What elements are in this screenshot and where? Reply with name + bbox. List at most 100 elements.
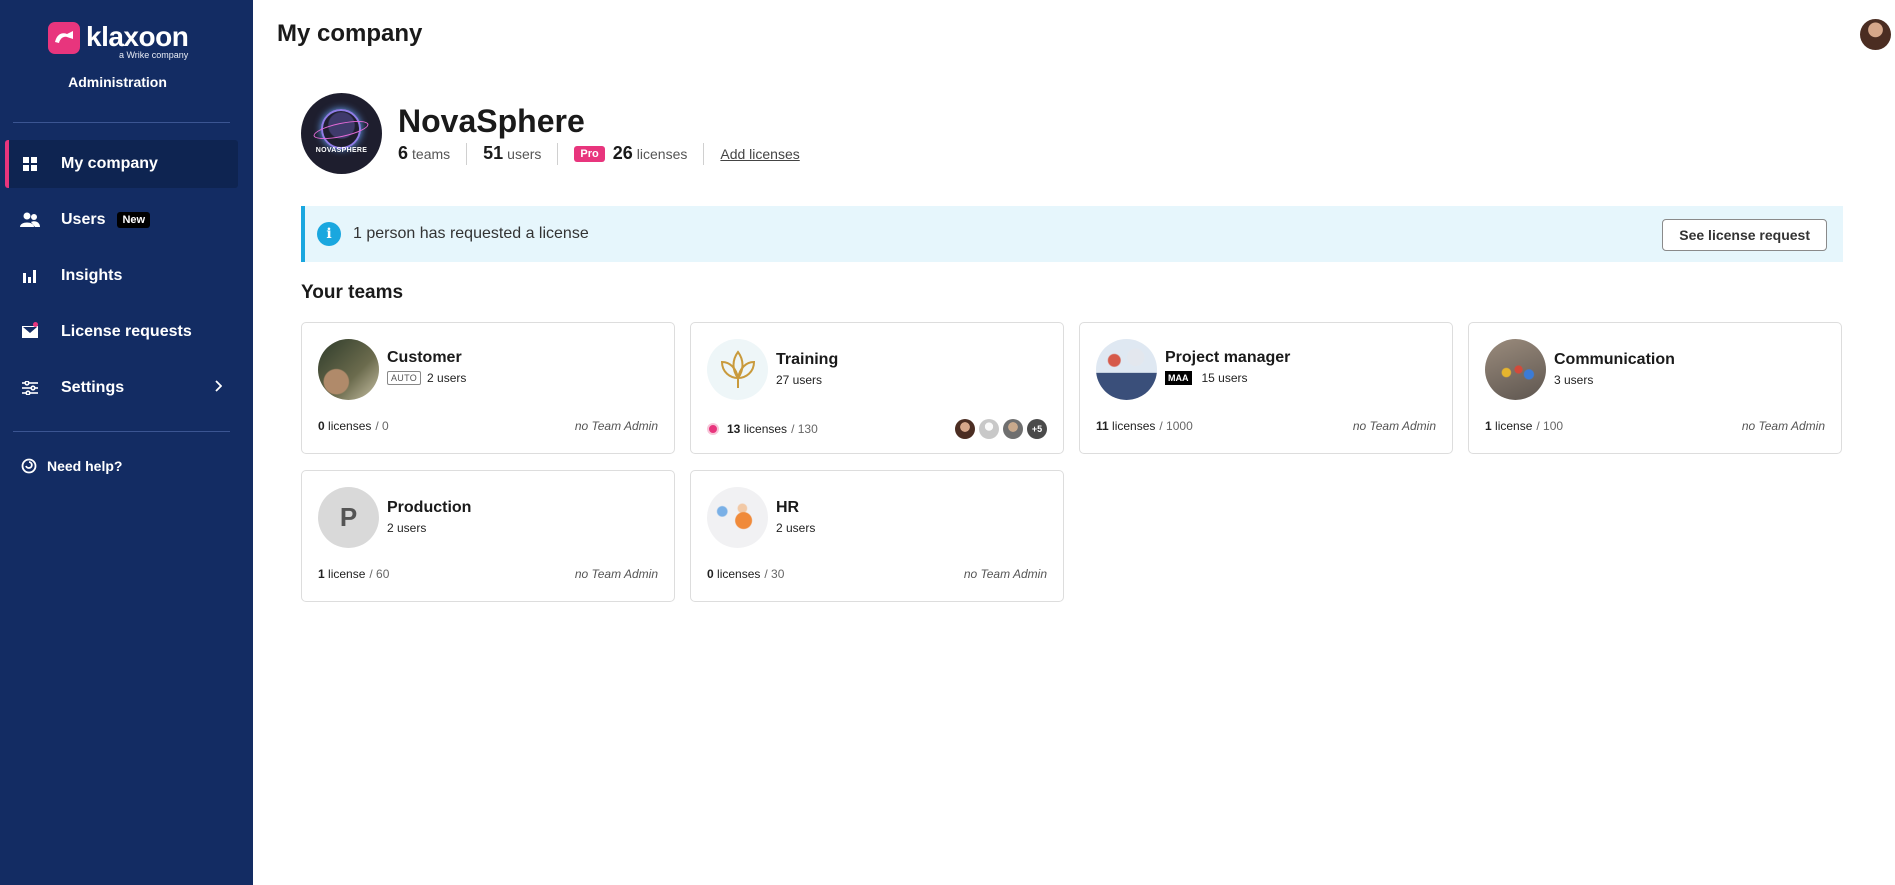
sidebar-item-label: Insights <box>61 267 123 284</box>
license-count: 1 <box>318 567 325 581</box>
team-admin-status: no Team Admin <box>574 567 658 581</box>
administration-label: Administration <box>68 74 167 90</box>
licenses-count: 26 <box>612 143 633 163</box>
license-max: / 1000 <box>1159 419 1193 433</box>
klaxoon-logo-icon <box>48 22 80 54</box>
company-stats: 6 teams 51 users Pro 26 licenses Add license… <box>398 142 800 165</box>
license-count: 13 <box>727 422 741 436</box>
status-dot-icon <box>707 423 719 435</box>
new-badge: New <box>117 212 151 228</box>
team-card-communication[interactable]: Communication 3 users 1 license / 100 no… <box>1468 322 1842 454</box>
team-name: HR <box>776 499 800 516</box>
team-avatar: P <box>318 487 379 548</box>
your-teams-title: Your teams <box>301 282 404 303</box>
teams-label: teams <box>412 145 451 162</box>
team-admin-status: no Team Admin <box>574 419 658 433</box>
sidebar-item-insights[interactable]: Insights <box>5 252 238 300</box>
brand-name: klaxoon <box>86 21 189 52</box>
license-max: / 0 <box>375 419 389 433</box>
team-users: 15 users <box>1201 371 1248 385</box>
team-admin-status: no Team Admin <box>1741 419 1825 433</box>
license-word: licenses <box>717 567 761 581</box>
team-name: Customer <box>387 349 462 366</box>
license-word: license <box>1495 419 1533 433</box>
auto-tag: AUTO <box>387 371 422 385</box>
sidebar-item-label: License requests <box>61 323 192 340</box>
team-avatar <box>707 487 768 548</box>
team-card-hr[interactable]: HR 2 users 0 licenses / 30 no Team Admin <box>690 470 1064 602</box>
users-stat: 51 users <box>483 142 559 165</box>
company-name: NovaSphere <box>398 102 585 139</box>
team-users: 2 users <box>427 371 467 385</box>
member-avatar <box>1003 419 1023 439</box>
team-card-production[interactable]: P Production 2 users 1 license / 60 no T… <box>301 470 675 602</box>
main-content: My company NOVASPHERE NovaSphere 6 teams … <box>253 0 1895 885</box>
banner-text: 1 person has requested a license <box>353 225 589 242</box>
more-members-count: +5 <box>1027 419 1047 439</box>
maa-tag: MAA <box>1165 371 1192 385</box>
team-name: Communication <box>1554 351 1675 368</box>
page-title: My company <box>277 20 423 47</box>
sidebar-item-settings[interactable]: Settings <box>5 364 238 412</box>
team-name: Project manager <box>1165 349 1291 366</box>
company-logo-text: NOVASPHERE <box>315 147 368 154</box>
chevron-right-icon <box>214 379 223 397</box>
member-avatar <box>979 419 999 439</box>
users-icon <box>20 210 40 230</box>
add-licenses-link[interactable]: Add licenses <box>720 146 799 162</box>
team-card-customer[interactable]: Customer AUTO 2 users 0 licenses / 0 no … <box>301 322 675 454</box>
notification-dot <box>33 322 38 327</box>
team-avatar <box>318 339 379 400</box>
team-card-project-manager[interactable]: Project manager MAA 15 users 11 licenses… <box>1079 322 1453 454</box>
sidebar-nav: My company Users New Insights License re… <box>5 140 238 420</box>
team-avatar <box>1096 339 1157 400</box>
sidebar: klaxoon a Wrike company Administration M… <box>0 0 253 885</box>
help-icon <box>20 456 38 476</box>
team-users: 27 users <box>776 373 823 387</box>
team-members-avatars[interactable]: +5 <box>951 419 1047 439</box>
need-help-link[interactable]: Need help? <box>20 456 122 476</box>
license-max: / 100 <box>1536 419 1564 433</box>
team-users: 3 users <box>1554 373 1594 387</box>
see-license-request-button[interactable]: See license request <box>1662 219 1827 251</box>
sidebar-item-label: My company <box>61 155 158 172</box>
sliders-icon <box>20 378 40 398</box>
team-admin-status: no Team Admin <box>963 567 1047 581</box>
teams-count: 6 <box>398 143 409 163</box>
licenses-stat: Pro 26 licenses <box>574 142 705 165</box>
license-max: / 30 <box>764 567 785 581</box>
license-count: 0 <box>707 567 714 581</box>
license-max: / 60 <box>369 567 390 581</box>
sidebar-item-label: Users <box>61 211 106 228</box>
license-word: licenses <box>743 422 788 436</box>
licenses-label: licenses <box>636 145 688 162</box>
team-avatar <box>1485 339 1546 400</box>
license-max: / 130 <box>791 422 818 436</box>
team-admin-status: no Team Admin <box>1352 419 1436 433</box>
info-icon: i <box>317 222 341 246</box>
license-request-banner: i 1 person has requested a license See l… <box>301 206 1843 262</box>
member-avatar <box>955 419 975 439</box>
license-count: 0 <box>318 419 325 433</box>
brand-logo[interactable]: klaxoon a Wrike company <box>48 21 189 60</box>
license-word: license <box>328 567 366 581</box>
team-card-training[interactable]: Training 27 users 13 licenses / 130 +5 <box>690 322 1064 454</box>
company-header: NOVASPHERE NovaSphere 6 teams 51 users Pro… <box>301 93 800 174</box>
license-word: licenses <box>328 419 372 433</box>
sidebar-item-my-company[interactable]: My company <box>5 140 238 188</box>
team-avatar <box>707 339 768 400</box>
company-logo: NOVASPHERE <box>301 93 382 174</box>
users-count: 51 <box>483 143 504 163</box>
sidebar-item-label: Settings <box>61 379 125 396</box>
teams-stat: 6 teams <box>398 142 468 165</box>
sidebar-item-license-requests[interactable]: License requests <box>5 308 238 356</box>
pro-badge: Pro <box>574 145 605 162</box>
team-name: Training <box>776 351 839 368</box>
team-initial: P <box>339 502 358 532</box>
users-label: users <box>507 145 542 162</box>
user-avatar[interactable] <box>1860 19 1891 50</box>
need-help-label: Need help? <box>47 458 123 474</box>
sidebar-item-users[interactable]: Users New <box>5 196 238 244</box>
license-count: 11 <box>1096 419 1109 433</box>
sidebar-divider <box>13 431 230 432</box>
